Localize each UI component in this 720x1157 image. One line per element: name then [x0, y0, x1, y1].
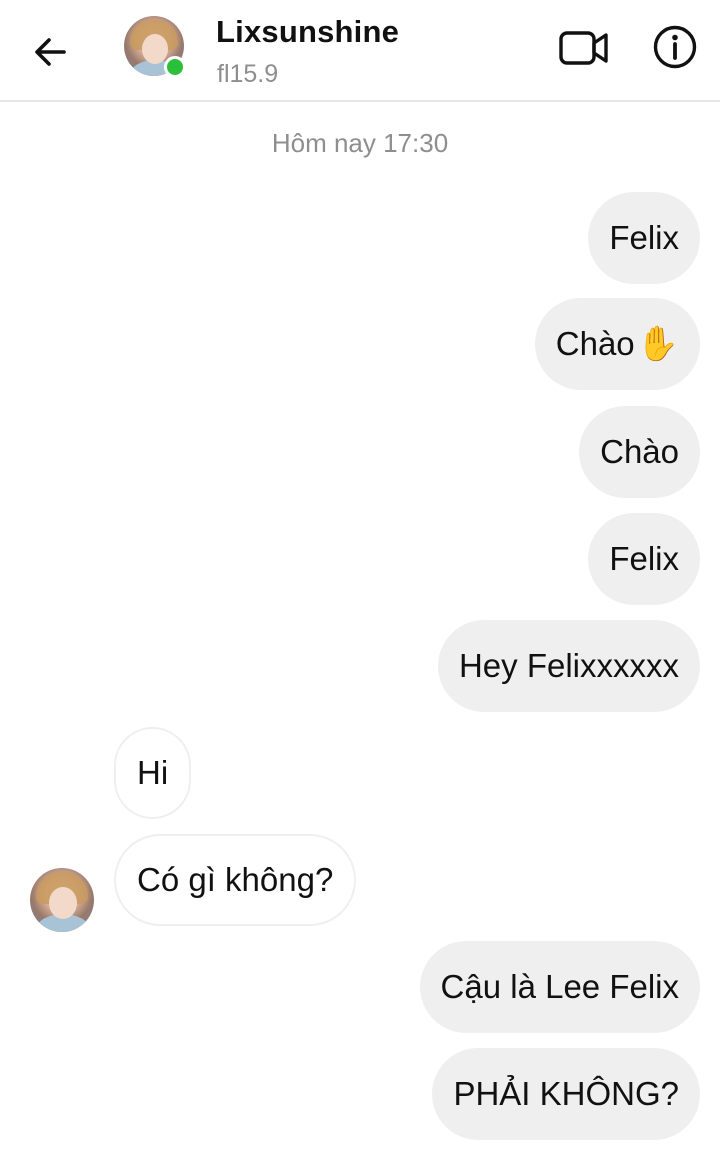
message-text: Hi — [137, 754, 169, 791]
chat-header: Lixsunshine fl15.9 — [0, 0, 720, 102]
outgoing-message[interactable]: PHẢI KHÔNG? — [432, 1048, 700, 1140]
outgoing-message[interactable]: Felix — [588, 192, 700, 284]
back-button[interactable] — [28, 30, 72, 74]
chat-username[interactable]: Lixsunshine — [216, 14, 399, 50]
video-call-button[interactable] — [556, 24, 612, 72]
outgoing-message[interactable]: Felix — [588, 513, 700, 605]
message-text: Có gì không? — [137, 861, 334, 898]
message-text: Felix — [609, 219, 679, 256]
message-text: PHẢI KHÔNG? — [453, 1075, 679, 1112]
conversation-timestamp: Hôm nay 17:30 — [271, 128, 449, 158]
message-text: Hey Felixxxxxx — [458, 647, 679, 684]
message-text: Cậu là Lee Felix — [440, 968, 679, 1005]
incoming-message[interactable]: Có gì không? — [114, 834, 357, 926]
outgoing-message[interactable]: Chào — [579, 406, 700, 498]
incoming-message[interactable]: Hi — [114, 727, 192, 819]
info-button[interactable] — [648, 20, 702, 74]
arrow-left-icon — [35, 38, 66, 66]
outgoing-message[interactable]: Chào ✋ — [534, 298, 700, 390]
message-text: Chào — [600, 433, 679, 470]
info-icon — [653, 25, 697, 69]
message-text: Felix — [609, 540, 679, 577]
message-text: Chào — [555, 325, 635, 362]
chat-subtitle: fl15.9 — [217, 60, 279, 88]
sender-avatar[interactable] — [30, 868, 94, 932]
outgoing-message[interactable]: Hey Felixxxxxx — [437, 620, 700, 712]
online-status-dot — [164, 56, 186, 78]
profile-avatar[interactable] — [124, 16, 186, 78]
outgoing-message[interactable]: Cậu là Lee Felix — [419, 941, 700, 1033]
raised-hand-icon: ✋ — [636, 325, 679, 363]
video-camera-icon — [559, 31, 608, 65]
